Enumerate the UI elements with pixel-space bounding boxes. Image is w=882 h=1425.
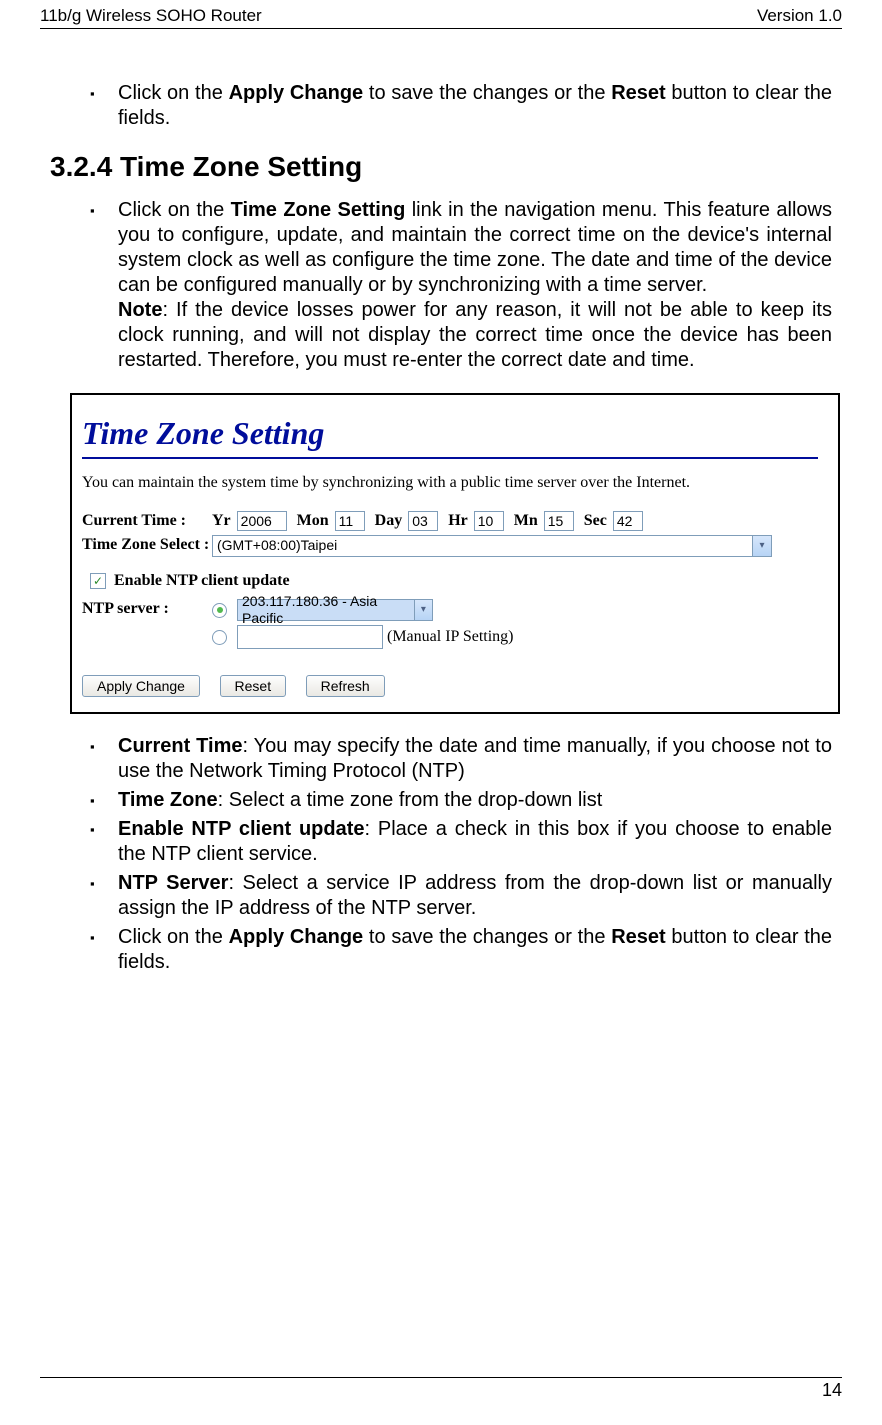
ntp-server-value: 203.117.180.36 - Asia Pacific — [242, 593, 414, 628]
mon-input[interactable] — [335, 511, 365, 531]
refresh-button[interactable]: Refresh — [306, 675, 385, 697]
header-left: 11b/g Wireless SOHO Router — [40, 6, 262, 26]
apply-change-text: Apply Change — [229, 82, 364, 104]
screenshot-desc: You can maintain the system time by sync… — [82, 473, 828, 493]
ntp-server-desc: NTP Server: Select a service IP address … — [90, 871, 832, 921]
radio-dot-icon — [217, 607, 223, 613]
page-header: 11b/g Wireless SOHO Router Version 1.0 — [40, 0, 842, 29]
ntp-manual-row: (Manual IP Setting) — [212, 625, 828, 649]
intro-bullet: Click on the Apply Change to save the ch… — [90, 81, 832, 131]
hr-input[interactable] — [474, 511, 504, 531]
text: to save the changes or the — [363, 82, 611, 104]
label: NTP Server — [118, 872, 228, 894]
current-time-label: Current Time : — [82, 511, 212, 531]
ntp-server-label: NTP server : — [82, 595, 212, 619]
mon-label: Mon — [297, 511, 329, 531]
text: to save the changes or the — [363, 926, 611, 948]
apply-change-text: Apply Change — [229, 926, 364, 948]
sec-label: Sec — [584, 511, 607, 531]
enable-ntp-desc: Enable NTP client update: Place a check … — [90, 817, 832, 867]
button-row: Apply Change Reset Refresh — [82, 673, 828, 698]
tz-select-label: Time Zone Select : — [82, 535, 212, 556]
ntp-preset-radio[interactable] — [212, 603, 227, 618]
text: Click on the — [118, 926, 229, 948]
label: Current Time — [118, 735, 243, 757]
intro-bullet-list: Click on the Apply Change to save the ch… — [50, 81, 832, 131]
text: Click on the — [118, 199, 231, 221]
note-body: : If the device losses power for any rea… — [118, 299, 832, 371]
enable-ntp-checkbox[interactable]: ✓ — [90, 573, 106, 589]
page-footer: 14 — [40, 1377, 842, 1401]
reset-text: Reset — [611, 926, 665, 948]
note-label: Note — [118, 299, 162, 321]
manual-ip-label: (Manual IP Setting) — [387, 627, 514, 647]
enable-ntp-label: Enable NTP client update — [114, 571, 290, 591]
reset-text: Reset — [611, 82, 665, 104]
apply-reset-desc: Click on the Apply Change to save the ch… — [90, 925, 832, 975]
current-time-row: Current Time : Yr Mon Day Hr Mn Sec — [82, 511, 828, 531]
mn-input[interactable] — [544, 511, 574, 531]
day-input[interactable] — [408, 511, 438, 531]
label: Enable NTP client update — [118, 818, 365, 840]
mn-label: Mn — [514, 511, 538, 531]
chevron-down-icon: ▾ — [414, 600, 432, 620]
enable-ntp-row: ✓ Enable NTP client update — [90, 571, 828, 591]
sec-input[interactable] — [613, 511, 643, 531]
hr-label: Hr — [448, 511, 468, 531]
page-content: Click on the Apply Change to save the ch… — [40, 29, 842, 975]
ntp-manual-radio[interactable] — [212, 630, 227, 645]
screenshot-panel: Time Zone Setting You can maintain the s… — [70, 393, 840, 714]
tz-select-value: (GMT+08:00)Taipei — [217, 537, 337, 555]
tz-select-row: Time Zone Select : (GMT+08:00)Taipei ▾ — [82, 535, 828, 557]
ntp-preset-row: 203.117.180.36 - Asia Pacific ▾ — [212, 599, 828, 621]
ntp-server-row: NTP server : 203.117.180.36 - Asia Pacif… — [82, 595, 828, 653]
desc-bullet-list: Current Time: You may specify the date a… — [50, 734, 832, 975]
header-right: Version 1.0 — [757, 6, 842, 26]
tz-bullet: Click on the Time Zone Setting link in t… — [90, 198, 832, 373]
chevron-down-icon: ▾ — [752, 536, 771, 556]
tz-setting-text: Time Zone Setting — [231, 199, 406, 221]
current-time-desc: Current Time: You may specify the date a… — [90, 734, 832, 784]
label: Time Zone — [118, 789, 218, 811]
body: : Select a time zone from the drop-down … — [218, 789, 603, 811]
yr-input[interactable] — [237, 511, 287, 531]
reset-button[interactable]: Reset — [220, 675, 287, 697]
page-number: 14 — [822, 1380, 842, 1400]
yr-label: Yr — [212, 511, 231, 531]
manual-ip-input[interactable] — [237, 625, 383, 649]
screenshot-title: Time Zone Setting — [82, 413, 818, 459]
tz-bullet-list: Click on the Time Zone Setting link in t… — [50, 198, 832, 373]
text: Click on the — [118, 82, 229, 104]
tz-select[interactable]: (GMT+08:00)Taipei ▾ — [212, 535, 772, 557]
time-zone-desc: Time Zone: Select a time zone from the d… — [90, 788, 832, 813]
section-heading: 3.2.4 Time Zone Setting — [50, 149, 832, 184]
day-label: Day — [375, 511, 403, 531]
apply-change-button[interactable]: Apply Change — [82, 675, 200, 697]
ntp-server-select[interactable]: 203.117.180.36 - Asia Pacific ▾ — [237, 599, 433, 621]
